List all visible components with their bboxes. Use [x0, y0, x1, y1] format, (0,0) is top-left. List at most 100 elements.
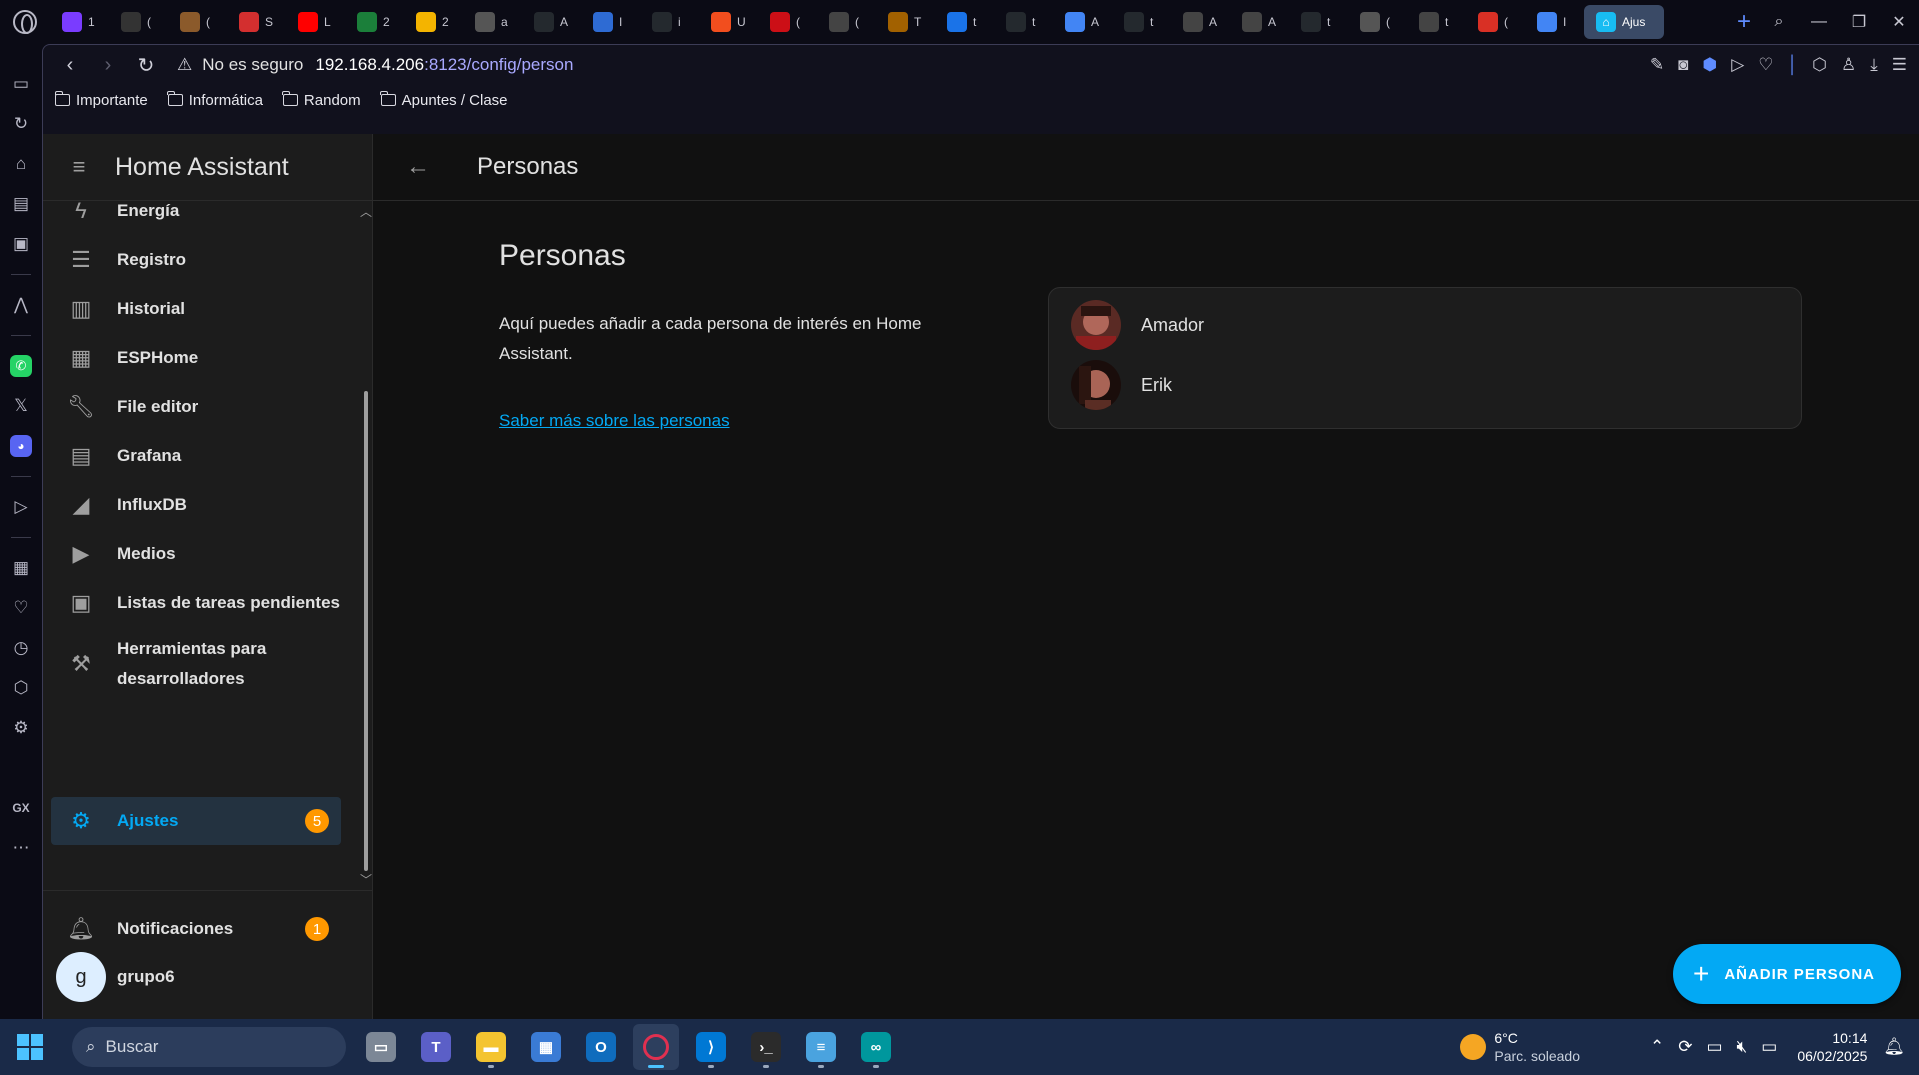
- url-field[interactable]: ⚠ No es seguro 192.168.4.206:8123/config…: [177, 55, 573, 75]
- opera-gx-taskbar-icon[interactable]: [633, 1024, 679, 1070]
- sidebar-item-ajustes[interactable]: ⚙ Ajustes 5: [51, 797, 341, 845]
- browser-tab[interactable]: (: [1466, 5, 1525, 39]
- close-window-button[interactable]: ✕: [1879, 0, 1919, 44]
- browser-tab[interactable]: (: [168, 5, 227, 39]
- browser-tab[interactable]: t: [1289, 5, 1348, 39]
- weather-widget[interactable]: 6°C Parc. soleado: [1460, 1029, 1580, 1065]
- browser-tab[interactable]: (: [1348, 5, 1407, 39]
- browser-tab[interactable]: t: [1407, 5, 1466, 39]
- browser-tab[interactable]: 2: [345, 5, 404, 39]
- sync-icon[interactable]: ⟳: [1678, 1037, 1692, 1057]
- forward-nav-icon[interactable]: ›: [93, 50, 123, 80]
- sidebar-item-esphome[interactable]: ▦ ESPHome: [51, 334, 341, 382]
- browser-tab[interactable]: S: [227, 5, 286, 39]
- music-player-icon[interactable]: ▷: [0, 487, 42, 527]
- scroll-up-icon[interactable]: ︿: [360, 203, 372, 220]
- file-explorer-icon[interactable]: ▬: [468, 1024, 514, 1070]
- search-tabs-icon[interactable]: ⌕: [1759, 0, 1799, 44]
- back-nav-icon[interactable]: ‹: [55, 50, 85, 80]
- chevron-up-icon[interactable]: ⌃: [1650, 1037, 1664, 1057]
- teams-icon[interactable]: T: [413, 1024, 459, 1070]
- extensions-cube-icon[interactable]: ⬡: [0, 668, 42, 708]
- volume-mute-icon[interactable]: 🔇︎: [1737, 1037, 1748, 1057]
- sidebar-item-user[interactable]: g grupo6: [51, 950, 341, 1004]
- browser-tab[interactable]: (: [758, 5, 817, 39]
- sidebar-item-registro[interactable]: ☰ Registro: [51, 236, 341, 284]
- maximize-button[interactable]: ❐: [1839, 0, 1879, 44]
- bookmarks-heart-icon[interactable]: ♡: [0, 588, 42, 628]
- gx-cleaner-icon[interactable]: ▤: [0, 184, 42, 224]
- sidebar-item-historial[interactable]: ▥ Historial: [51, 285, 341, 333]
- sidebar-item-file-editor[interactable]: 🔧︎ File editor: [51, 383, 341, 431]
- browser-tab-active[interactable]: ⌂ Ajus: [1584, 5, 1664, 39]
- send-icon[interactable]: ▷: [1731, 55, 1744, 75]
- vscode-icon[interactable]: ⟩: [688, 1024, 734, 1070]
- gx-corner-icon[interactable]: ▭: [0, 64, 42, 104]
- arduino-icon[interactable]: ∞: [853, 1024, 899, 1070]
- minimize-button[interactable]: —: [1799, 0, 1839, 44]
- sidebar-item-medios[interactable]: ▶ Medios: [51, 530, 341, 578]
- browser-tab[interactable]: a: [463, 5, 522, 39]
- add-person-button[interactable]: + AÑADIR PERSONA: [1672, 944, 1901, 1004]
- camera-icon[interactable]: ◙: [1678, 55, 1688, 75]
- download-icon[interactable]: ⤓: [1870, 55, 1878, 75]
- browser-tab[interactable]: i: [640, 5, 699, 39]
- bookmark-folder[interactable]: Apuntes / Clase: [380, 91, 508, 109]
- taskbar-search[interactable]: ⌕ Buscar: [72, 1027, 346, 1067]
- browser-tab[interactable]: T: [876, 5, 935, 39]
- profile-icon[interactable]: ♙: [1841, 55, 1856, 75]
- cube-icon[interactable]: ⬡: [1812, 55, 1827, 75]
- scroll-down-icon[interactable]: ﹀: [360, 871, 372, 881]
- x-twitter-icon[interactable]: 𝕏: [0, 386, 42, 426]
- browser-tab[interactable]: t: [1112, 5, 1171, 39]
- browser-tab[interactable]: U: [699, 5, 758, 39]
- sidebar-item-listas-de-tareas-pendientes[interactable]: ▣ Listas de tareas pendientes: [51, 579, 341, 627]
- sidebar-scrollbar[interactable]: [364, 391, 368, 871]
- learn-more-link[interactable]: Saber más sobre las personas: [499, 411, 730, 431]
- browser-tab[interactable]: A: [1053, 5, 1112, 39]
- new-tab-button[interactable]: +: [1729, 5, 1759, 39]
- task-view-icon[interactable]: ▭: [358, 1024, 404, 1070]
- edit-icon[interactable]: ✎: [1650, 55, 1664, 75]
- notification-bell-icon[interactable]: 🔔︎: [1883, 1037, 1905, 1057]
- bookmark-folder[interactable]: Informática: [167, 91, 263, 109]
- vpn-shield-icon[interactable]: ⬢: [1702, 55, 1717, 75]
- speed-dial-icon[interactable]: ↻: [0, 104, 42, 144]
- back-arrow-icon[interactable]: ←: [373, 153, 463, 181]
- gx-logo-icon[interactable]: GX: [0, 788, 42, 828]
- sidebar-item-energ-a[interactable]: ϟ Energía: [51, 201, 341, 235]
- notepad-icon[interactable]: ≡: [798, 1024, 844, 1070]
- person-row-amador[interactable]: Amador: [1071, 300, 1204, 350]
- browser-tab[interactable]: A: [522, 5, 581, 39]
- terminal-icon[interactable]: ›_: [743, 1024, 789, 1070]
- browser-tab[interactable]: I: [581, 5, 640, 39]
- browser-tab[interactable]: (: [109, 5, 168, 39]
- browser-tab[interactable]: t: [935, 5, 994, 39]
- whatsapp-icon[interactable]: ✆: [0, 346, 42, 386]
- reload-icon[interactable]: ↻: [131, 50, 161, 80]
- browser-tab[interactable]: t: [994, 5, 1053, 39]
- outlook-icon[interactable]: O: [578, 1024, 624, 1070]
- hot-tabs-icon[interactable]: ▣: [0, 224, 42, 264]
- browser-tab[interactable]: A: [1230, 5, 1289, 39]
- battery-icon[interactable]: ▭: [1761, 1037, 1777, 1057]
- heart-icon[interactable]: ♡: [1758, 55, 1773, 75]
- easy-setup-icon[interactable]: ☰: [1892, 55, 1907, 75]
- workspaces-icon[interactable]: ▦: [0, 548, 42, 588]
- bookmark-folder[interactable]: Importante: [54, 91, 148, 109]
- opera-menu-button[interactable]: [0, 0, 50, 44]
- person-row-erik[interactable]: Erik: [1071, 360, 1172, 410]
- aria-icon[interactable]: ⋀: [0, 285, 42, 325]
- store-icon[interactable]: ▦: [523, 1024, 569, 1070]
- sidebar-item-grafana[interactable]: ▤ Grafana: [51, 432, 341, 480]
- browser-tab[interactable]: A: [1171, 5, 1230, 39]
- history-icon[interactable]: ◷: [0, 628, 42, 668]
- discord-icon[interactable]: ◕: [0, 426, 42, 466]
- menu-collapse-icon[interactable]: ≡: [43, 154, 115, 180]
- display-icon[interactable]: ▭: [1706, 1037, 1722, 1057]
- clock[interactable]: 10:14 06/02/2025: [1797, 1029, 1867, 1065]
- browser-tab[interactable]: L: [286, 5, 345, 39]
- browser-tab[interactable]: I: [1525, 5, 1584, 39]
- sidebar-item-influxdb[interactable]: ◢ InfluxDB: [51, 481, 341, 529]
- start-button[interactable]: [0, 1019, 60, 1075]
